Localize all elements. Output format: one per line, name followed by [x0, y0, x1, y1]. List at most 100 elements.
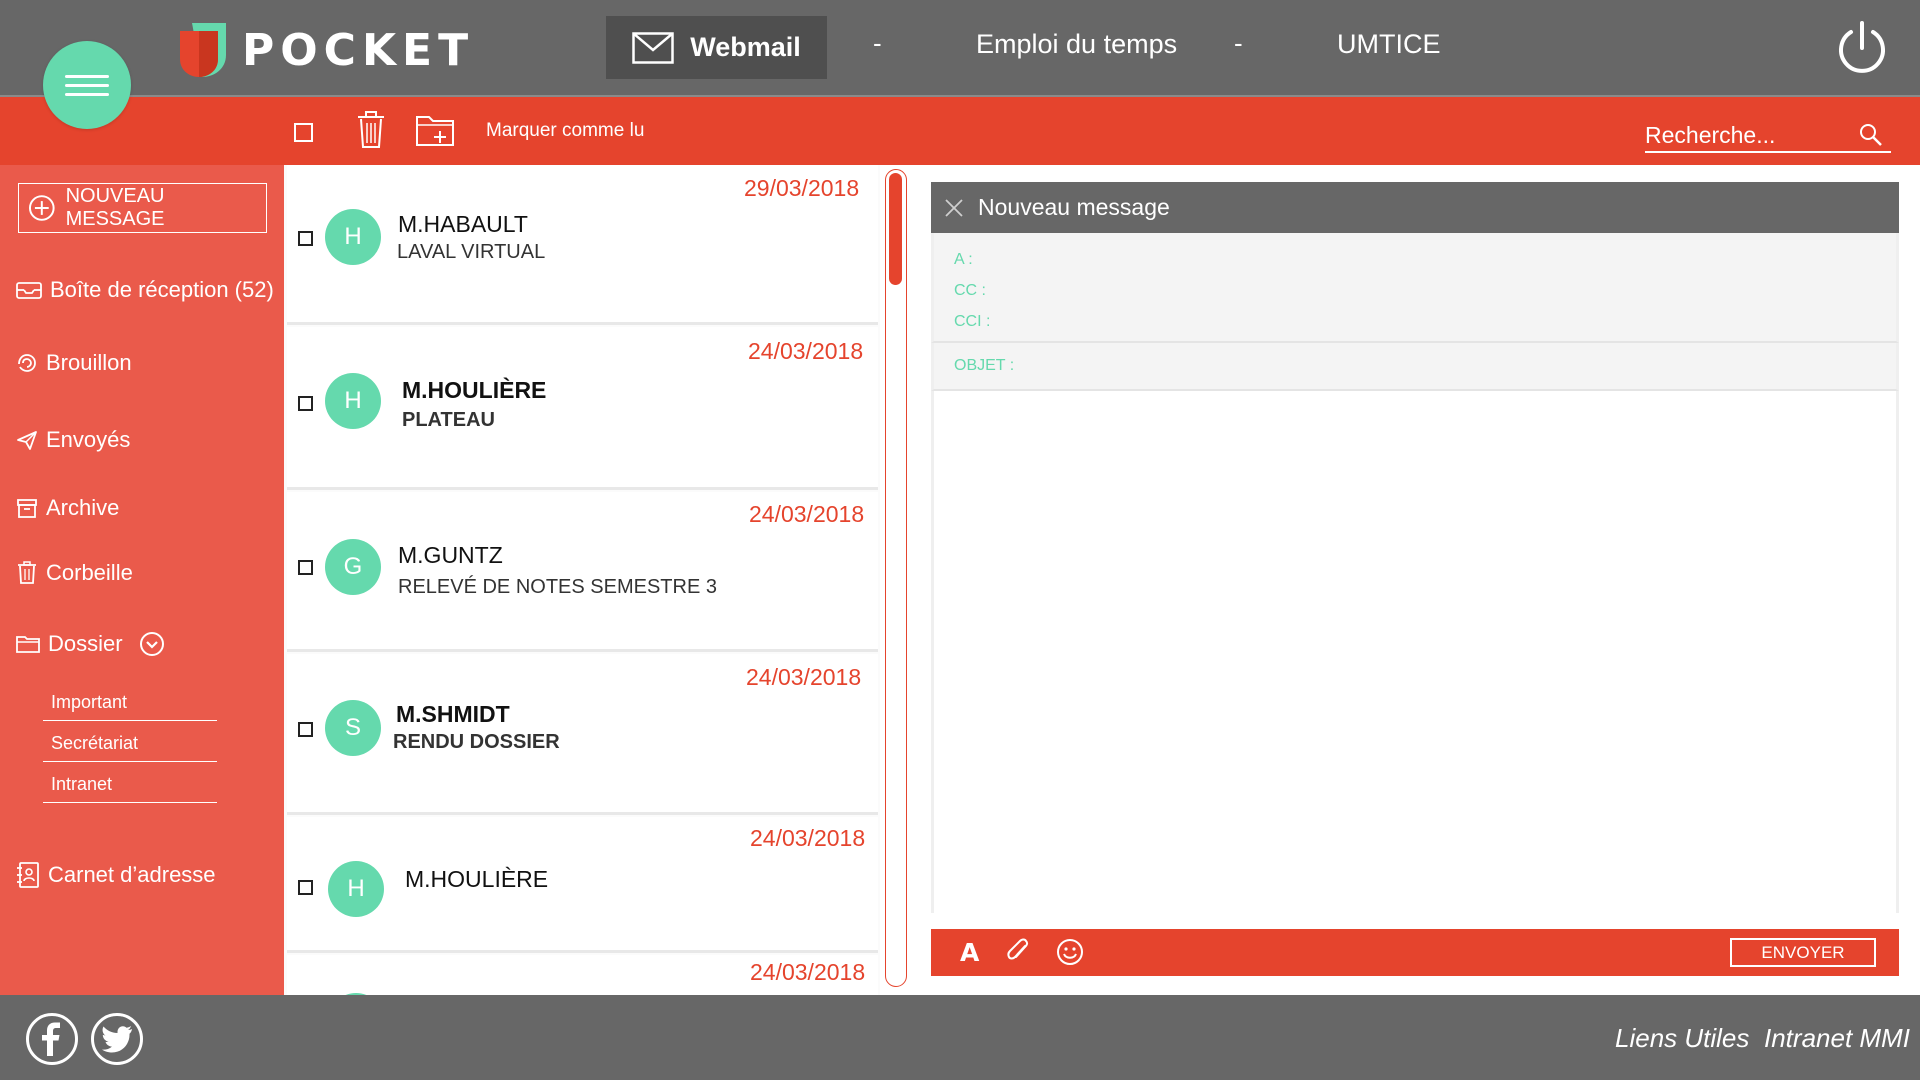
hamburger-menu-button[interactable] [43, 41, 131, 129]
mail-item[interactable]: S 24/03/2018 M.SHMIDT RENDU DOSSIER [287, 654, 878, 815]
sidebar-item-label: Dossier [48, 631, 123, 656]
cc-field[interactable] [1004, 280, 1864, 302]
mail-date: 24/03/2018 [750, 959, 866, 985]
avatar: G [325, 539, 381, 595]
mail-icon [632, 31, 674, 64]
mail-list-scrollbar[interactable] [885, 169, 907, 987]
sidebar-item-folder[interactable]: Dossier [16, 631, 173, 657]
sidebar: NOUVEAU MESSAGE Boîte de réception (52) … [0, 165, 284, 995]
scrollbar-thumb[interactable] [889, 173, 902, 285]
compose-body [931, 391, 1899, 913]
mail-date: 24/03/2018 [749, 501, 865, 527]
select-all-checkbox[interactable] [294, 123, 313, 142]
nav-webmail-label: Webmail [690, 32, 801, 62]
text-format-button[interactable]: A [960, 938, 979, 967]
mail-subject: PLATEAU [402, 409, 495, 431]
mail-item[interactable]: H 24/03/2018 M.HOULIÈRE [287, 817, 878, 953]
sidebar-item-draft[interactable]: Brouillon [16, 350, 132, 376]
message-body-input[interactable] [934, 391, 1896, 913]
nav-separator: - [873, 28, 882, 58]
sidebar-item-address-book[interactable]: Carnet d’adresse [16, 862, 216, 888]
mail-date: 24/03/2018 [750, 825, 866, 851]
sidebar-item-label: Boîte de réception (52) [50, 277, 274, 302]
subfolder-secretariat[interactable]: Secrétariat [43, 733, 217, 762]
search-input[interactable] [1645, 119, 1845, 151]
mail-subject: RELEVÉ DE NOTES SEMESTRE 3 [398, 576, 717, 598]
compose-title: Nouveau message [978, 194, 1170, 220]
sidebar-item-trash[interactable]: Corbeille [16, 560, 133, 586]
mail-date: 29/03/2018 [744, 175, 860, 201]
compose-action-bar: A ENVOYER [931, 929, 1899, 976]
new-message-button[interactable]: NOUVEAU MESSAGE [18, 183, 267, 233]
compose-header: Nouveau message [931, 182, 1899, 233]
sidebar-item-archive[interactable]: Archive [16, 495, 119, 521]
sidebar-item-inbox[interactable]: Boîte de réception (52) [16, 277, 274, 303]
mail-checkbox[interactable] [298, 396, 313, 411]
mail-sender: M.HOULIÈRE [402, 377, 547, 403]
mail-item[interactable]: G 24/03/2018 M.GUNTZ RELEVÉ DE NOTES SEM… [287, 492, 878, 652]
mail-sender: M.GUNTZ [398, 542, 503, 568]
footer: Liens Utiles Intranet MMI [0, 995, 1920, 1080]
cc-label: CC : [954, 282, 986, 299]
address-book-icon [17, 862, 39, 888]
to-label: A : [954, 251, 973, 268]
avatar: H [325, 209, 381, 265]
mail-sender: M.HABAULT [398, 211, 528, 237]
mail-toolbar: Marquer comme lu [0, 97, 1920, 165]
search-bar [1645, 119, 1891, 153]
compose-subject-row: OBJET : [931, 343, 1899, 391]
facebook-icon[interactable] [26, 1013, 78, 1065]
subject-label: OBJET : [954, 357, 1015, 374]
mail-checkbox[interactable] [298, 560, 313, 575]
nav-schedule[interactable]: Emploi du temps [976, 29, 1177, 60]
chevron-down-circle-icon[interactable] [139, 631, 165, 657]
avatar: H [328, 861, 384, 917]
folder-icon [16, 636, 40, 653]
mark-as-read-button[interactable]: Marquer comme lu [486, 120, 644, 142]
inbox-icon [16, 282, 42, 299]
logo-text: POCKET [242, 24, 475, 76]
mail-checkbox[interactable] [298, 722, 313, 737]
mail-checkbox[interactable] [298, 880, 313, 895]
compose-recipients: A : CC : CCI : [931, 233, 1899, 343]
bcc-field[interactable] [1004, 311, 1864, 333]
subfolder-intranet[interactable]: Intranet [43, 774, 217, 803]
nav-separator: - [1234, 28, 1243, 58]
twitter-icon[interactable] [91, 1013, 143, 1065]
emoji-icon[interactable] [1056, 938, 1084, 971]
paperclip-icon[interactable] [1005, 938, 1033, 971]
mail-checkbox[interactable] [298, 231, 313, 246]
draft-icon [18, 354, 36, 372]
mail-item[interactable]: H 29/03/2018 M.HABAULT LAVAL VIRTUAL [287, 165, 878, 325]
nav-umtice[interactable]: UMTICE [1337, 29, 1441, 60]
pocket-logo[interactable]: POCKET [178, 20, 474, 80]
to-field[interactable] [1004, 249, 1864, 271]
plus-circle-icon [28, 195, 55, 221]
avatar: H [325, 373, 381, 429]
sidebar-item-label: Envoyés [46, 427, 131, 452]
nav-webmail[interactable]: Webmail [606, 16, 827, 79]
mail-subject: RENDU DOSSIER [393, 731, 560, 753]
archive-icon [17, 499, 37, 518]
mail-list: H 29/03/2018 M.HABAULT LAVAL VIRTUAL H 2… [284, 165, 880, 995]
subject-field[interactable] [1024, 355, 1864, 377]
send-button[interactable]: ENVOYER [1730, 938, 1876, 967]
intranet-mmi-link[interactable]: Intranet MMI [1764, 1023, 1910, 1054]
sidebar-item-sent[interactable]: Envoyés [16, 427, 130, 453]
subfolder-important[interactable]: Important [43, 692, 217, 721]
mail-item[interactable]: 24/03/2018 [287, 955, 878, 995]
sidebar-item-label: Brouillon [46, 350, 132, 375]
mail-subject: LAVAL VIRTUAL [397, 241, 546, 263]
top-bar: POCKET Webmail - Emploi du temps - UMTIC… [0, 0, 1920, 97]
mail-sender: M.HOULIÈRE [405, 866, 549, 892]
mail-item[interactable]: H 24/03/2018 M.HOULIÈRE PLATEAU [287, 327, 878, 490]
delete-icon[interactable] [357, 111, 385, 154]
trash-icon [18, 561, 36, 584]
useful-links-link[interactable]: Liens Utiles [1615, 1023, 1749, 1054]
move-to-folder-icon[interactable] [415, 111, 455, 154]
close-icon[interactable] [943, 197, 965, 219]
sidebar-item-label: Corbeille [46, 560, 133, 585]
power-icon[interactable] [1836, 20, 1888, 76]
avatar: S [325, 700, 381, 756]
search-icon[interactable] [1859, 123, 1883, 152]
